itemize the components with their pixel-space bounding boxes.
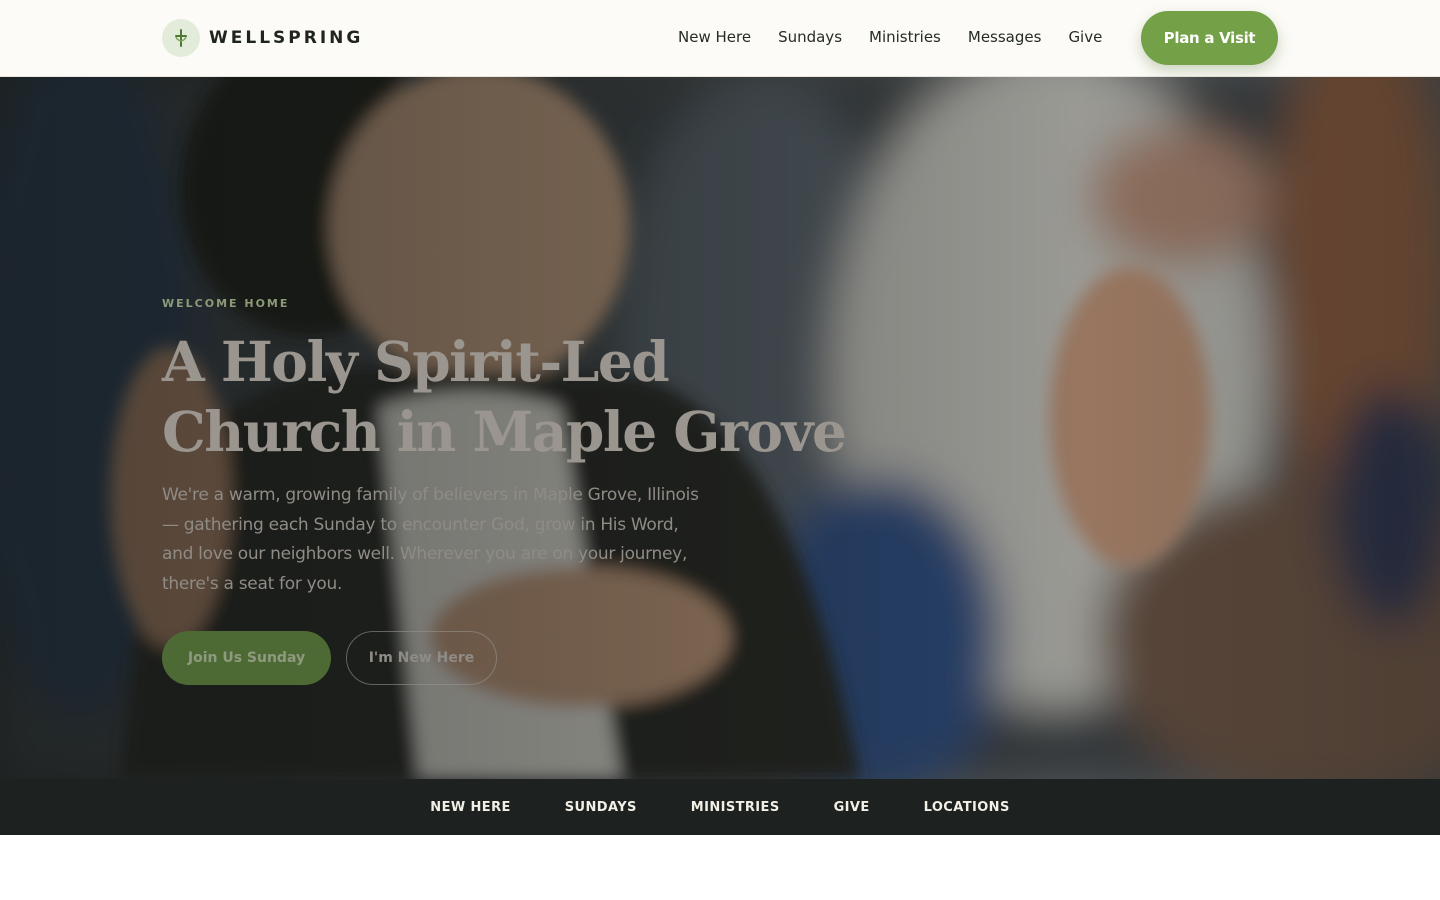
subnav-link-ministries[interactable]: MINISTRIES (691, 800, 780, 815)
nav-link-sundays[interactable]: Sundays (778, 27, 842, 47)
hero-section: WELCOME HOME A Holy Spirit-Led Church in… (0, 77, 1440, 779)
plan-a-visit-button[interactable]: Plan a Visit (1141, 11, 1278, 65)
site-header: WELLSPRING New Here Sundays Ministries M… (0, 0, 1440, 77)
nav-link-new-here[interactable]: New Here (678, 27, 751, 47)
hero-description: We're a warm, growing family of believer… (162, 485, 699, 594)
hero-title-line-2: Church in Maple Grove (162, 399, 847, 464)
hero-eyebrow: WELCOME HOME (162, 297, 290, 310)
secondary-nav-bar: NEW HERE SUNDAYS MINISTRIES GIVE LOCATIO… (0, 779, 1440, 835)
nav-link-ministries[interactable]: Ministries (869, 27, 941, 47)
subnav-link-give[interactable]: GIVE (834, 800, 870, 815)
subnav-link-new-here[interactable]: NEW HERE (430, 800, 510, 815)
brand-name: WELLSPRING (209, 28, 364, 48)
hero-title-line-1: A Holy Spirit-Led (162, 329, 670, 394)
nav-link-give[interactable]: Give (1068, 27, 1102, 47)
main-nav: New Here Sundays Ministries Messages Giv… (678, 27, 1102, 47)
im-new-here-button[interactable]: I'm New Here (346, 631, 497, 685)
subnav-link-locations[interactable]: LOCATIONS (924, 800, 1010, 815)
cross-sprout-icon (162, 19, 200, 57)
nav-link-messages[interactable]: Messages (968, 27, 1042, 47)
logo[interactable]: WELLSPRING (162, 19, 363, 57)
join-us-sunday-button[interactable]: Join Us Sunday (162, 631, 331, 685)
subnav-link-sundays[interactable]: SUNDAYS (565, 800, 637, 815)
hero-title: A Holy Spirit-Led Church in Maple Grove (162, 327, 862, 467)
